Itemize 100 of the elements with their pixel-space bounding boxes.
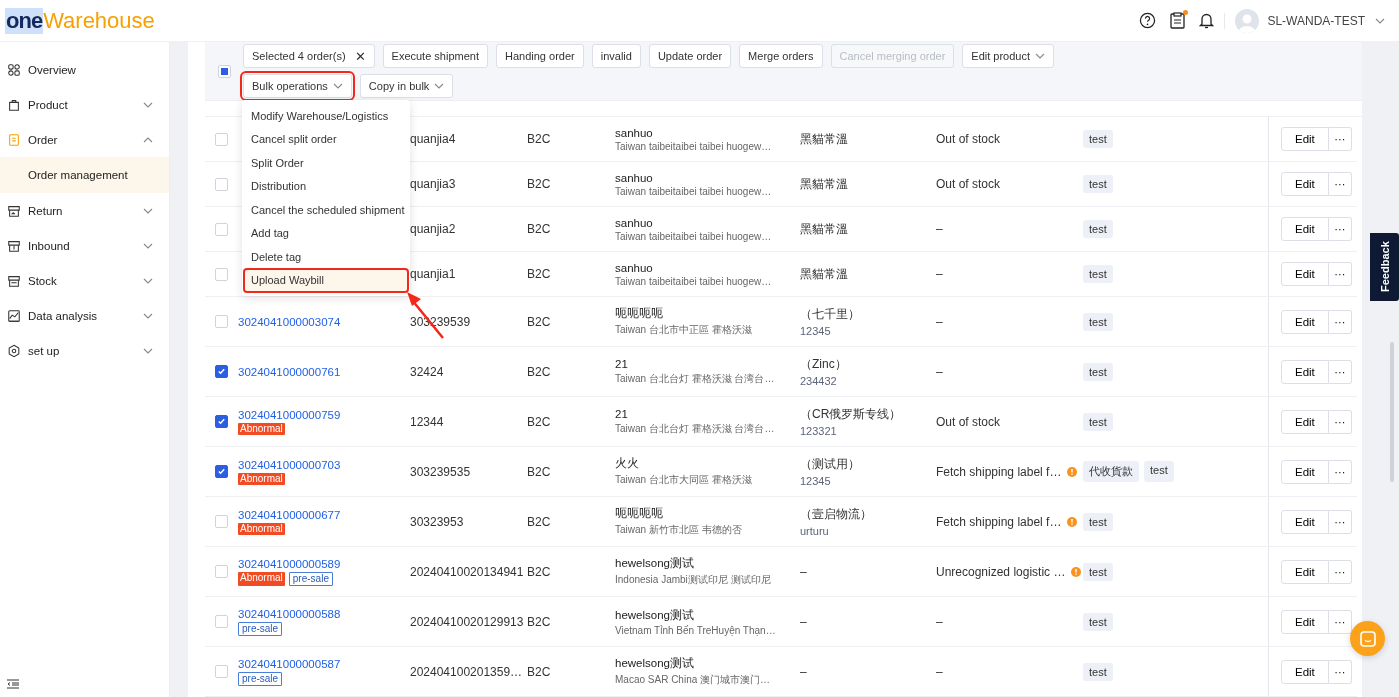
more-button[interactable]: ··· <box>1328 262 1352 286</box>
sidebar-item[interactable]: Overview <box>0 52 169 87</box>
sidebar-item[interactable]: Inbound <box>0 228 169 263</box>
menu-item-icon <box>7 97 21 112</box>
tag: test <box>1083 612 1113 631</box>
toolbar-button[interactable]: Bulk operations <box>243 74 352 98</box>
presale-tag: pre-sale <box>288 571 333 586</box>
check-icon <box>217 417 226 426</box>
edit-button[interactable]: Edit <box>1281 262 1329 286</box>
toolbar-button[interactable]: Execute shipment <box>382 44 488 68</box>
toolbar-button[interactable]: Update order <box>648 44 732 68</box>
more-button[interactable]: ··· <box>1328 359 1352 384</box>
edit-button[interactable]: Edit <box>1281 217 1329 241</box>
edit-button[interactable]: Edit <box>1281 127 1329 151</box>
order-link[interactable]: 3024041000000589 <box>238 557 410 570</box>
menu-item[interactable]: Add tag <box>242 221 410 245</box>
edit-button[interactable]: Edit <box>1281 459 1329 484</box>
recipient-name: hewelsong测试 <box>615 656 695 671</box>
toolbar-button[interactable]: Copy in bulk <box>359 74 454 98</box>
more-button[interactable]: ··· <box>1328 659 1352 684</box>
checkbox[interactable] <box>215 365 228 378</box>
toolbar-button[interactable]: Handing order <box>496 44 584 68</box>
order-link[interactable]: 3024041000000588 <box>238 607 410 620</box>
logistics-name: （测试用） <box>800 456 861 473</box>
more-button[interactable]: ··· <box>1328 509 1352 534</box>
avatar[interactable] <box>1235 8 1260 33</box>
status-text: – <box>936 222 943 236</box>
table-cell-text: B2C <box>527 132 552 146</box>
more-button[interactable]: ··· <box>1328 127 1352 151</box>
toolbar-button[interactable]: invalid <box>591 44 641 68</box>
edit-button[interactable]: Edit <box>1281 172 1329 196</box>
tracking-number: 12345 <box>800 475 832 487</box>
status-text: – <box>936 614 943 629</box>
more-button[interactable]: ··· <box>1328 309 1352 334</box>
recipient-address: Macao SAR China 澳门城市澳门… <box>615 673 772 687</box>
sidebar-item[interactable]: Order <box>0 122 169 157</box>
logistics-name: 黑貓常溫 <box>800 175 849 193</box>
edit-button[interactable]: Edit <box>1281 359 1329 384</box>
checkbox[interactable] <box>215 415 228 428</box>
edit-button[interactable]: Edit <box>1281 309 1329 334</box>
menu-fold-icon[interactable] <box>7 679 19 689</box>
recipient-name: sanhuo <box>615 216 654 229</box>
menu-item-icon <box>7 203 21 218</box>
help-icon[interactable] <box>1139 12 1157 29</box>
feedback-tab[interactable]: Feedback <box>1370 233 1399 301</box>
table-cell-text: quanjia4 <box>410 132 457 146</box>
more-button[interactable]: ··· <box>1328 217 1352 241</box>
recipient-address: Taiwan 台北台灯 霍格沃滋 台湾台… <box>615 371 776 386</box>
recipient-name: hewelsong测试 <box>615 556 695 571</box>
table-cell-text: B2C <box>527 514 552 529</box>
logistics-name: – <box>800 664 808 679</box>
edit-button[interactable]: Edit <box>1281 409 1329 434</box>
checkbox[interactable] <box>215 465 228 478</box>
table-cell-text: quanjia1 <box>410 267 457 281</box>
edit-button[interactable]: Edit <box>1281 609 1329 634</box>
recipient-address: Taiwan 台北台灯 霍格沃滋 台湾台… <box>615 421 776 436</box>
edit-button[interactable]: Edit <box>1281 659 1329 684</box>
menu-item[interactable]: Delete tag <box>242 245 410 269</box>
menu-item[interactable]: Split Order <box>242 151 410 175</box>
logistics-name: （壹启物流） <box>800 506 873 523</box>
menu-item[interactable]: Upload Waybill <box>244 268 408 292</box>
order-link[interactable]: 3024041000000761 <box>238 365 410 378</box>
bell-icon[interactable] <box>1199 12 1215 29</box>
edit-button[interactable]: Edit <box>1281 509 1329 534</box>
tag: test <box>1083 412 1113 431</box>
chevron-down-icon <box>143 347 153 354</box>
clear-button[interactable]: ✕ <box>354 48 366 64</box>
more-button[interactable]: ··· <box>1328 172 1352 196</box>
recipient-name: hewelsong测试 <box>615 607 695 623</box>
tag: 代收貨款 <box>1083 461 1139 482</box>
menu-item[interactable]: Modify Warehouse/Logistics <box>242 104 410 128</box>
more-button[interactable]: ··· <box>1328 609 1352 634</box>
more-button[interactable]: ··· <box>1328 459 1352 484</box>
sidebar-item[interactable]: Product <box>0 87 169 122</box>
warning-icon <box>1067 466 1078 477</box>
user-name[interactable]: SL-WANDA-TEST <box>1267 13 1365 28</box>
order-link[interactable]: 3024041000000759 <box>238 408 410 421</box>
edit-button[interactable]: Edit <box>1281 559 1329 584</box>
menu-item[interactable]: Cancel the scheduled shipment <box>242 198 410 222</box>
chevron-down-icon <box>143 312 153 319</box>
more-button[interactable]: ··· <box>1328 409 1352 434</box>
tag: test <box>1083 220 1113 238</box>
logistics-name: 黑貓常溫 <box>800 130 849 148</box>
more-button[interactable]: ··· <box>1328 559 1352 584</box>
sidebar-item[interactable]: Return <box>0 193 169 228</box>
order-link[interactable]: 3024041000000587 <box>238 657 410 670</box>
toolbar-button[interactable]: Merge orders <box>739 44 823 68</box>
table-cell-text: 303239535 <box>410 464 472 479</box>
toolbar-button[interactable]: Edit product <box>962 44 1054 68</box>
sidebar-item[interactable]: set up <box>0 333 169 368</box>
order-link[interactable]: 3024041000003074 <box>238 315 410 328</box>
sidebar-subitem[interactable]: Order management <box>0 157 169 193</box>
clipboard-icon[interactable] <box>1170 12 1186 29</box>
presale-tag: pre-sale <box>238 621 283 636</box>
order-link[interactable]: 3024041000000703 <box>238 458 410 471</box>
order-link[interactable]: 3024041000000677 <box>238 508 410 521</box>
sidebar-item[interactable]: Stock <box>0 263 169 298</box>
menu-item[interactable]: Cancel split order <box>242 127 410 151</box>
sidebar-item[interactable]: Data analysis <box>0 298 169 333</box>
menu-item[interactable]: Distribution <box>242 174 410 198</box>
